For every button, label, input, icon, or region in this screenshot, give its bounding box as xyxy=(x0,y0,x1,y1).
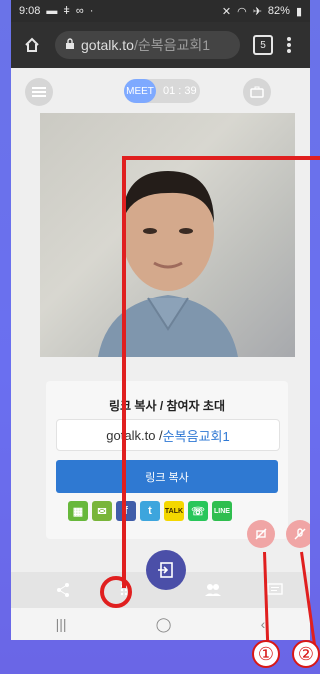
overflow-menu-icon[interactable] xyxy=(276,32,302,58)
hamburger-menu-icon[interactable] xyxy=(25,78,53,106)
battery-icon: ▮ xyxy=(295,5,302,18)
sms-icon[interactable]: ▦ xyxy=(68,501,88,521)
meeting-top-controls: MEET 01 : 39 xyxy=(11,74,310,112)
message-icon: ▬ xyxy=(46,5,58,17)
signal-icon: ǂ xyxy=(63,5,70,17)
browser-toolbar: gotalk.to/순복음교회1 5 xyxy=(11,22,310,68)
room-link-field[interactable]: gotalk.to / 순복음교회1 xyxy=(56,419,280,451)
meeting-timer-pill: MEET 01 : 39 xyxy=(124,79,200,103)
url-domain: gotalk.to xyxy=(81,37,134,53)
tab-count: 5 xyxy=(253,35,273,55)
mic-off-button[interactable] xyxy=(286,520,310,548)
airplane-icon: ✈ xyxy=(252,5,262,18)
video-off-button[interactable] xyxy=(247,520,275,548)
video-off-icon xyxy=(255,528,267,540)
annotation-line-horizontal xyxy=(122,156,320,160)
share-buttons: ▦ ✉ f t TALK ☏ LINE xyxy=(68,501,232,523)
meeting-timer: 01 : 39 xyxy=(163,85,197,97)
wifi-icon: ◠ xyxy=(237,5,247,18)
participant-portrait xyxy=(98,171,238,357)
copy-link-button[interactable]: 링크 복사 xyxy=(56,460,278,493)
recent-apps-icon[interactable]: ||| xyxy=(56,616,67,632)
battery-percent: 82% xyxy=(267,5,290,17)
status-time: 9:08 xyxy=(19,5,41,17)
home-icon[interactable] xyxy=(19,32,45,58)
tabs-button[interactable]: 5 xyxy=(250,32,276,58)
invite-card: 링크 복사 / 참여자 초대 gotalk.to / 순복음교회1 링크 복사 … xyxy=(46,381,288,539)
dot-icon: · xyxy=(89,5,94,17)
annotation-marker-1: ① xyxy=(252,640,280,668)
annotation-line-vertical xyxy=(122,156,126,588)
meet-badge: MEET xyxy=(124,79,156,103)
status-bar: 9:08 ▬ ǂ ∞ · ✕ ◠ ✈ 82% ▮ xyxy=(11,0,310,22)
annotation-marker-2: ② xyxy=(292,640,320,668)
participant-video xyxy=(40,113,295,357)
twitter-icon[interactable]: t xyxy=(140,501,160,521)
email-icon[interactable]: ✉ xyxy=(92,501,112,521)
briefcase-icon[interactable] xyxy=(243,78,271,106)
android-home-icon[interactable]: ◯ xyxy=(156,616,172,633)
link-slug: 순복음교회1 xyxy=(162,428,230,444)
link-icon: ∞ xyxy=(75,5,84,17)
line-icon[interactable]: LINE xyxy=(212,501,232,521)
participants-icon[interactable] xyxy=(201,578,225,602)
link-prefix: gotalk.to / xyxy=(106,427,163,443)
exit-icon xyxy=(158,562,173,578)
mic-off-icon xyxy=(294,528,306,540)
kakaotalk-icon[interactable]: TALK xyxy=(164,501,184,521)
phone-screen: 9:08 ▬ ǂ ∞ · ✕ ◠ ✈ 82% ▮ gotalk.to/순복음교회… xyxy=(11,0,310,640)
invite-title: 링크 복사 / 참여자 초대 xyxy=(108,399,226,413)
url-path: /순복음교회1 xyxy=(133,37,211,53)
lock-icon xyxy=(65,37,75,53)
facebook-icon[interactable]: f xyxy=(116,501,136,521)
whatsapp-icon[interactable]: ☏ xyxy=(188,501,208,521)
share-icon[interactable] xyxy=(51,578,75,602)
mute-status-icon: ✕ xyxy=(221,5,232,18)
exit-meeting-button[interactable] xyxy=(146,550,186,590)
address-bar[interactable]: gotalk.to/순복음교회1 xyxy=(55,31,240,59)
annotation-ring xyxy=(100,576,132,608)
